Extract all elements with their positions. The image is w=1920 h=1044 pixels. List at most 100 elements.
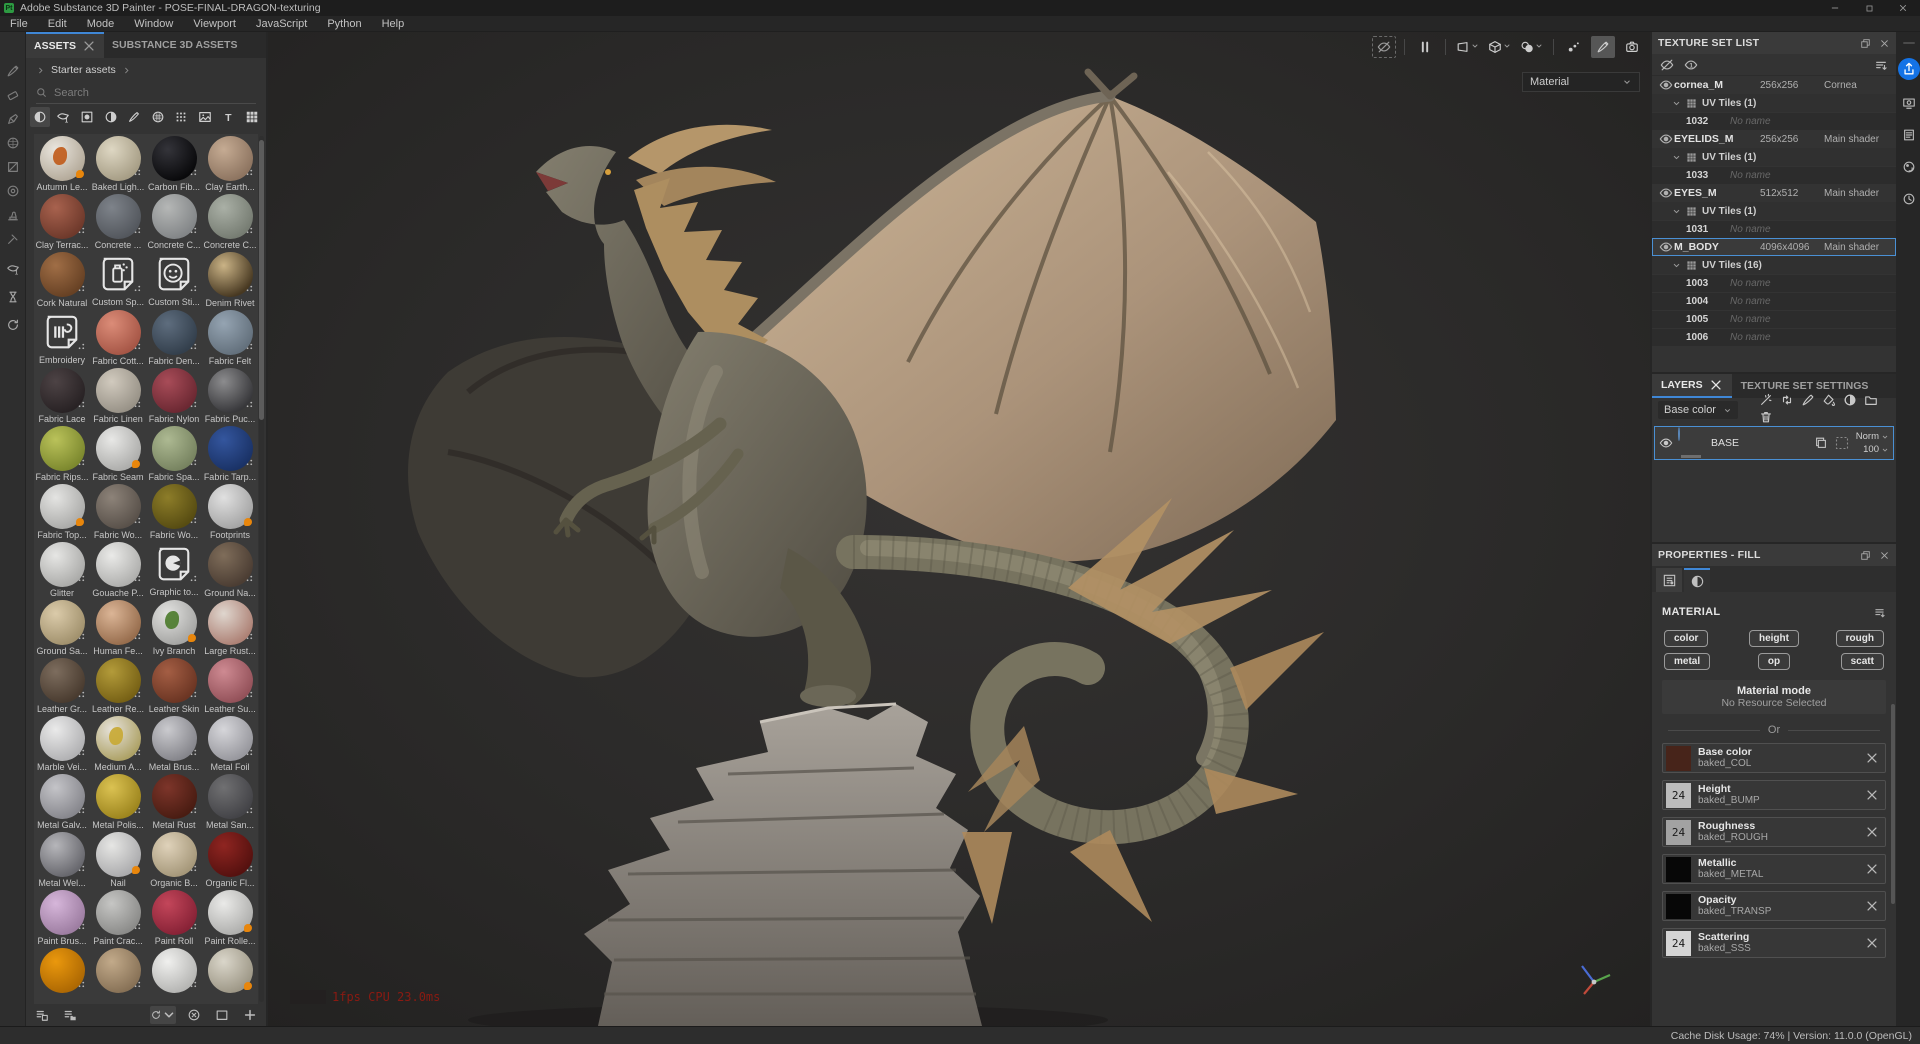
uv-tile-1003[interactable]: 1003No name bbox=[1652, 274, 1896, 292]
menu-window[interactable]: Window bbox=[124, 16, 183, 32]
layer-thumbnail[interactable] bbox=[1678, 428, 1706, 458]
asset-concrete-[interactable]: Concrete ... bbox=[90, 192, 146, 250]
breadcrumb[interactable]: Starter assets bbox=[26, 58, 266, 82]
detach-panel-icon[interactable] bbox=[1860, 550, 1871, 561]
uv-tile-1005[interactable]: 1005No name bbox=[1652, 310, 1896, 328]
menu-help[interactable]: Help bbox=[372, 16, 415, 32]
add-smart-material-icon[interactable] bbox=[1759, 393, 1773, 407]
asset-paint-crac[interactable]: Paint Crac... bbox=[90, 888, 146, 946]
close-panel-icon[interactable] bbox=[1879, 550, 1890, 561]
log-button[interactable] bbox=[1900, 126, 1918, 144]
add-smart-mask-icon[interactable] bbox=[1843, 393, 1857, 407]
list-details-button[interactable] bbox=[32, 1006, 52, 1024]
particles-tool-button[interactable] bbox=[1562, 36, 1586, 58]
display-settings-button[interactable] bbox=[1900, 94, 1918, 112]
remove-map-icon[interactable] bbox=[1865, 788, 1879, 802]
asset-marble-vei[interactable]: Marble Vei... bbox=[34, 714, 90, 772]
asset-fabric-den[interactable]: Fabric Den... bbox=[146, 308, 202, 366]
asset-fabric-cott[interactable]: Fabric Cott... bbox=[90, 308, 146, 366]
filter-alphas[interactable] bbox=[148, 107, 168, 127]
filter-effect-filters[interactable] bbox=[101, 107, 121, 127]
map-card-height[interactable]: 24Heightbaked_BUMP bbox=[1662, 780, 1886, 810]
remove-map-icon[interactable] bbox=[1865, 862, 1879, 876]
uv-tile-1004[interactable]: 1004No name bbox=[1652, 292, 1896, 310]
asset-concrete-c[interactable]: Concrete C... bbox=[202, 192, 258, 250]
detach-panel-icon[interactable] bbox=[1860, 38, 1871, 49]
map-card-metallic[interactable]: Metallicbaked_METAL bbox=[1662, 854, 1886, 884]
asset-medium-a[interactable]: Medium A... bbox=[90, 714, 146, 772]
new-shelf-button[interactable] bbox=[212, 1006, 232, 1024]
asset-metal-polis[interactable]: Metal Polis... bbox=[90, 772, 146, 830]
remove-map-icon[interactable] bbox=[1865, 751, 1879, 765]
asset-metal-brus[interactable]: Metal Brus... bbox=[146, 714, 202, 772]
asset-carbon-fib[interactable]: Carbon Fib... bbox=[146, 134, 202, 192]
menu-viewport[interactable]: Viewport bbox=[183, 16, 246, 32]
channel-dropdown[interactable]: Base color bbox=[1658, 401, 1738, 419]
filter-grid-view[interactable] bbox=[242, 107, 262, 127]
filter-brushes[interactable] bbox=[124, 107, 144, 127]
chip-op[interactable]: op bbox=[1758, 653, 1790, 670]
list-folders-button[interactable] bbox=[60, 1006, 80, 1024]
asset-fabric-lace[interactable]: Fabric Lace bbox=[34, 366, 90, 424]
uv-tiles-group[interactable]: UV Tiles (16) bbox=[1652, 256, 1896, 274]
tool-eraser[interactable] bbox=[3, 86, 23, 104]
menu-mode[interactable]: Mode bbox=[77, 16, 125, 32]
asset-fabric-seam[interactable]: Fabric Seam bbox=[90, 424, 146, 482]
asset-asset[interactable] bbox=[34, 946, 90, 1004]
asset-fabric-rips[interactable]: Fabric Rips... bbox=[34, 424, 90, 482]
paint-brush-tool-button[interactable] bbox=[1591, 36, 1615, 58]
asset-baked-ligh[interactable]: Baked Ligh... bbox=[90, 134, 146, 192]
asset-asset[interactable] bbox=[90, 946, 146, 1004]
asset-clay-earth[interactable]: Clay Earth... bbox=[202, 134, 258, 192]
chip-color[interactable]: color bbox=[1664, 630, 1708, 647]
list-options-icon[interactable] bbox=[1873, 606, 1886, 619]
uv-tile-1033[interactable]: 1033No name bbox=[1652, 166, 1896, 184]
list-filter-icon[interactable] bbox=[1874, 58, 1888, 72]
tab-assets[interactable]: ASSETS bbox=[26, 32, 104, 58]
asset-leather-re[interactable]: Leather Re... bbox=[90, 656, 146, 714]
viewport-3d[interactable]: Material 1fps CPU 23.0ms bbox=[268, 32, 1650, 1026]
asset-custom-sti[interactable]: Custom Sti... bbox=[146, 250, 202, 308]
eye-icon[interactable] bbox=[1658, 132, 1674, 146]
filter-materials[interactable] bbox=[30, 107, 50, 127]
asset-autumn-le[interactable]: Autumn Le... bbox=[34, 134, 90, 192]
asset-concrete-c[interactable]: Concrete C... bbox=[146, 192, 202, 250]
asset-metal-rust[interactable]: Metal Rust bbox=[146, 772, 202, 830]
asset-fabric-felt[interactable]: Fabric Felt bbox=[202, 308, 258, 366]
assets-scrollbar[interactable] bbox=[259, 136, 264, 1002]
menu-javascript[interactable]: JavaScript bbox=[246, 16, 317, 32]
asset-nail[interactable]: Nail bbox=[90, 830, 146, 888]
filter-patterns[interactable] bbox=[172, 107, 192, 127]
add-group-icon[interactable] bbox=[1864, 393, 1878, 407]
texture-set-cornea_M[interactable]: cornea_M256x256Cornea bbox=[1652, 76, 1896, 94]
asset-denim-rivet[interactable]: Denim Rivet bbox=[202, 250, 258, 308]
asset-graphic-to[interactable]: Graphic to... bbox=[146, 540, 202, 598]
tab-substance-3d-assets[interactable]: SUBSTANCE 3D ASSETS bbox=[104, 32, 245, 58]
eye-icon[interactable] bbox=[1658, 240, 1674, 254]
remove-map-icon[interactable] bbox=[1865, 936, 1879, 950]
pause-engine-button[interactable] bbox=[1413, 36, 1437, 58]
tool-clone[interactable] bbox=[3, 182, 23, 200]
tab-material-sphere[interactable] bbox=[1684, 568, 1710, 592]
asset-fabric-tarp[interactable]: Fabric Tarp... bbox=[202, 424, 258, 482]
shader-mode-dropdown[interactable]: Material bbox=[1522, 72, 1640, 92]
asset-fabric-top[interactable]: Fabric Top... bbox=[34, 482, 90, 540]
map-card-scattering[interactable]: 24Scatteringbaked_SSS bbox=[1662, 928, 1886, 958]
asset-fabric-linen[interactable]: Fabric Linen bbox=[90, 366, 146, 424]
asset-asset[interactable] bbox=[146, 946, 202, 1004]
filter-smart-materials[interactable]: 1 bbox=[54, 107, 74, 127]
uv-tiles-group[interactable]: UV Tiles (1) bbox=[1652, 202, 1896, 220]
asset-metal-san[interactable]: Metal San... bbox=[202, 772, 258, 830]
add-effect-icon[interactable] bbox=[1780, 393, 1794, 407]
camera-projection-button[interactable] bbox=[1454, 36, 1481, 58]
asset-ivy-branch[interactable]: Ivy Branch bbox=[146, 598, 202, 656]
menu-file[interactable]: File bbox=[0, 16, 38, 32]
filter-textures[interactable] bbox=[195, 107, 215, 127]
sync-button[interactable] bbox=[150, 1006, 176, 1024]
delete-layer-icon[interactable] bbox=[1759, 410, 1773, 424]
opacity-dropdown[interactable]: 100 bbox=[1863, 444, 1889, 455]
asset-glitter[interactable]: Glitter bbox=[34, 540, 90, 598]
asset-fabric-puc[interactable]: Fabric Puc... bbox=[202, 366, 258, 424]
eye-icon[interactable] bbox=[1658, 186, 1674, 200]
uv-tile-1006[interactable]: 1006No name bbox=[1652, 328, 1896, 346]
